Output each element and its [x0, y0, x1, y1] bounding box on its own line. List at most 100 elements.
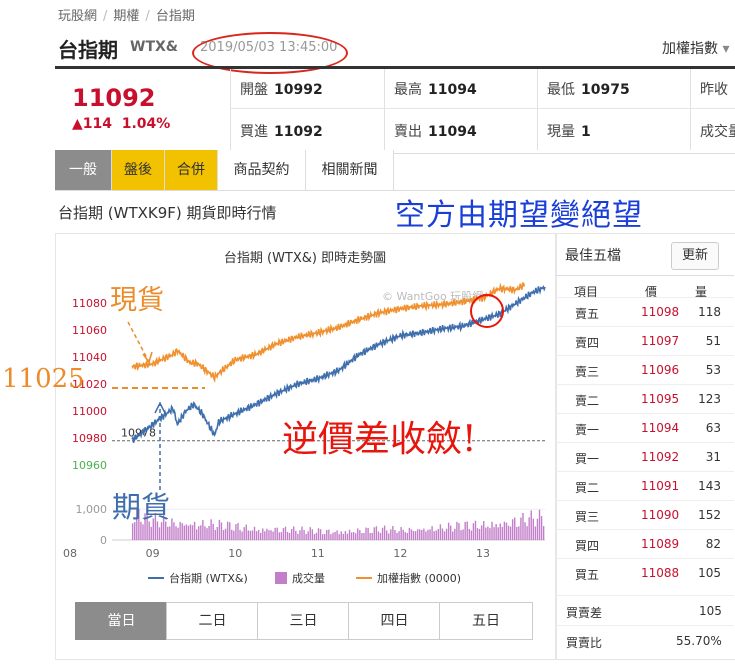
volume-bar: [280, 532, 283, 540]
volume-bar: [526, 526, 528, 540]
volume-bar: [200, 525, 202, 540]
volume-bar: [487, 526, 489, 540]
volume-bar: [348, 529, 351, 540]
x-tick-label: 09: [146, 547, 160, 560]
order-book-title: 最佳五檔: [565, 248, 621, 264]
volume-bar: [253, 526, 256, 540]
order-book-level: 買一: [575, 452, 600, 466]
volume-bar: [286, 531, 289, 540]
volume-bar: [363, 532, 365, 540]
legend-swatch-volume: [275, 572, 287, 584]
legend-label: 台指期 (WTX&): [169, 571, 248, 585]
x-tick-label: 11: [311, 547, 325, 560]
volume-bar: [340, 531, 342, 540]
annotation-spot: 現貨: [110, 285, 164, 316]
volume-bar: [452, 531, 454, 540]
volume-bar: [381, 527, 384, 540]
volume-bar: [400, 527, 402, 540]
divider: [690, 69, 691, 150]
volume-bar: [511, 519, 514, 540]
divider: [556, 625, 734, 626]
range-tab-2d[interactable]: 二日: [166, 602, 259, 640]
volume-bar: [175, 526, 177, 540]
volume-bar: [264, 531, 266, 540]
range-tab-3d[interactable]: 三日: [257, 602, 350, 640]
volume-bar: [338, 534, 340, 540]
volume-bar: [379, 532, 382, 540]
volume-bar: [251, 530, 254, 540]
volume-bar: [204, 526, 206, 540]
volume-bar: [311, 529, 314, 540]
volume-bar: [284, 526, 287, 540]
volume-bar: [495, 523, 497, 540]
volume-bar: [445, 528, 448, 540]
volume-bar: [472, 523, 475, 540]
volume-bar: [185, 524, 188, 540]
volume-bar: [336, 530, 338, 540]
order-book-level: 買三: [575, 510, 600, 524]
order-book-qty: 51: [705, 334, 721, 348]
volume-bar: [173, 522, 175, 540]
volume-bar: [412, 531, 415, 540]
range-tab-1d[interactable]: 當日: [75, 602, 168, 640]
intraday-chart: 台指期 (WTX&) 即時走勢圖© WantGoo 玩股網11080110601…: [63, 251, 546, 585]
range-tabs: 當日 二日 三日 四日 五日: [75, 602, 533, 640]
volume-bar: [509, 526, 512, 540]
volume-bar: [206, 528, 208, 540]
order-book-price: 11088: [641, 566, 680, 580]
volume-bar: [315, 532, 318, 540]
volume-bar: [171, 518, 173, 540]
volume-bar: [328, 529, 330, 540]
volume-bar: [388, 533, 390, 540]
index-link[interactable]: 加權指數 ▾: [662, 38, 729, 58]
order-book-qty: 118: [698, 305, 721, 319]
volume-bar: [181, 523, 183, 540]
volume-bar: [326, 529, 328, 540]
range-tab-5d[interactable]: 五日: [439, 602, 533, 640]
volume-bar: [493, 527, 495, 540]
volume-bar: [233, 530, 235, 540]
volume-bar: [324, 534, 326, 540]
chevron-down-icon: ▾: [722, 41, 730, 57]
volume-bar: [262, 528, 264, 540]
volume-bar: [520, 517, 522, 540]
volume-bar: [352, 532, 355, 540]
volume-bar: [478, 528, 481, 540]
annotation-futures: 期貨: [112, 490, 171, 524]
y-tick-label: 10960: [72, 459, 107, 472]
volume-bar: [245, 524, 247, 540]
volume-bar: [429, 529, 431, 540]
volume-bar: [421, 530, 423, 540]
volume-bar: [385, 530, 388, 540]
divider: [556, 275, 734, 276]
order-book-price: 11094: [641, 421, 680, 435]
volume-bar: [489, 528, 491, 540]
volume-bar: [361, 533, 363, 540]
order-book-price: 11092: [641, 450, 680, 464]
volume-bar: [462, 529, 464, 540]
order-book-price: 11095: [641, 392, 680, 406]
volume-bar: [406, 532, 409, 540]
volume-bar: [522, 512, 524, 540]
order-book-price: 11098: [641, 305, 680, 319]
order-book-level: 賣三: [575, 365, 600, 379]
divider: [556, 326, 734, 327]
volume-bar: [218, 519, 221, 540]
volume-bar: [530, 510, 532, 540]
order-book-price: 11097: [641, 334, 680, 348]
chart-title: 台指期 (WTX&) 即時走勢圖: [224, 251, 386, 266]
refresh-button[interactable]: 更新: [671, 242, 719, 270]
volume-bar: [243, 527, 245, 540]
volume-bar: [359, 530, 361, 540]
range-tab-4d[interactable]: 四日: [348, 602, 441, 640]
order-book-qty: 82: [705, 537, 721, 551]
volume-bar: [450, 525, 452, 540]
volume-bar: [503, 521, 506, 540]
bid-ask-ratio-value: 55.70%: [676, 634, 722, 648]
volume-bar: [229, 522, 231, 540]
volume-bar: [210, 519, 212, 540]
order-book-qty: 53: [705, 363, 721, 377]
volume-bar: [416, 529, 419, 540]
order-book-qty: 31: [705, 450, 721, 464]
volume-bar: [189, 524, 192, 540]
